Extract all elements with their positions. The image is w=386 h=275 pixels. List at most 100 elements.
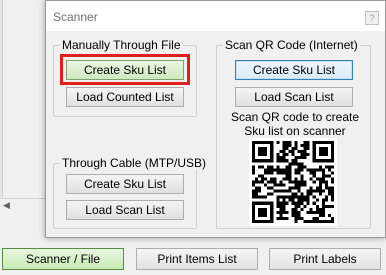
qr-module bbox=[288, 177, 292, 181]
qr-module bbox=[252, 192, 256, 196]
qr-create-sku-list-button[interactable]: Create Sku List bbox=[235, 60, 353, 80]
cable-load-scan-list-button[interactable]: Load Scan List bbox=[66, 200, 184, 220]
help-icon[interactable]: ? bbox=[365, 11, 379, 25]
qr-module bbox=[279, 189, 283, 193]
qr-module bbox=[303, 150, 307, 154]
qr-module bbox=[273, 189, 277, 193]
qr-module bbox=[276, 204, 280, 208]
qr-module bbox=[327, 189, 331, 193]
manual-create-sku-list-button[interactable]: Create Sku List bbox=[66, 60, 184, 80]
qr-module bbox=[324, 195, 328, 199]
qr-module bbox=[306, 192, 310, 196]
qr-module bbox=[318, 207, 322, 211]
qr-load-scan-list-button[interactable]: Load Scan List bbox=[235, 87, 353, 107]
qr-module bbox=[306, 201, 310, 205]
qr-module bbox=[294, 219, 298, 223]
qr-module bbox=[285, 144, 289, 148]
qr-module bbox=[303, 144, 307, 148]
qr-module bbox=[330, 195, 334, 199]
qr-module bbox=[294, 147, 298, 151]
print-labels-button[interactable]: Print Labels bbox=[269, 248, 381, 270]
qr-module bbox=[294, 201, 298, 205]
qr-module bbox=[294, 216, 298, 220]
qr-hint-line-2: Sku list on scanner bbox=[244, 124, 346, 138]
qr-module bbox=[252, 168, 256, 172]
qr-module bbox=[303, 165, 307, 169]
qr-module bbox=[303, 153, 307, 157]
qr-module bbox=[264, 183, 268, 187]
qr-module bbox=[294, 156, 298, 160]
qr-module bbox=[294, 195, 298, 199]
qr-module bbox=[315, 207, 319, 211]
qr-module bbox=[309, 168, 313, 172]
qr-module bbox=[300, 162, 304, 166]
qr-module bbox=[306, 141, 310, 145]
qr-module bbox=[300, 150, 304, 154]
qr-module bbox=[270, 192, 274, 196]
qr-module bbox=[315, 204, 319, 208]
qr-module bbox=[324, 180, 328, 184]
qr-module bbox=[273, 177, 277, 181]
qr-module bbox=[327, 174, 331, 178]
qr-module bbox=[300, 153, 304, 157]
qr-module bbox=[264, 195, 268, 199]
qr-module bbox=[303, 156, 307, 160]
qr-module bbox=[309, 186, 313, 190]
qr-module bbox=[318, 180, 322, 184]
qr-module bbox=[297, 165, 301, 169]
qr-module bbox=[282, 159, 286, 163]
qr-module bbox=[294, 207, 298, 211]
qr-module bbox=[279, 210, 283, 214]
load-counted-list-button[interactable]: Load Counted List bbox=[66, 87, 184, 107]
qr-module bbox=[252, 171, 256, 175]
qr-module bbox=[309, 210, 313, 214]
qr-module bbox=[330, 219, 334, 223]
qr-module bbox=[318, 165, 322, 169]
qr-module bbox=[276, 198, 280, 202]
qr-module bbox=[279, 201, 283, 205]
qr-module bbox=[279, 168, 283, 172]
qr-module bbox=[270, 165, 274, 169]
qr-module bbox=[270, 186, 274, 190]
qr-module bbox=[294, 186, 298, 190]
qr-module bbox=[303, 141, 307, 145]
qr-module bbox=[285, 189, 289, 193]
qr-module bbox=[300, 168, 304, 172]
qr-module bbox=[321, 210, 325, 214]
qr-module bbox=[267, 192, 271, 196]
qr-module bbox=[303, 219, 307, 223]
cable-create-sku-list-button[interactable]: Create Sku List bbox=[66, 174, 184, 194]
qr-module bbox=[297, 162, 301, 166]
qr-module bbox=[315, 210, 319, 214]
bottom-toolbar: Scanner / File Print Items List Print La… bbox=[0, 240, 386, 275]
qr-module bbox=[312, 174, 316, 178]
print-items-list-button[interactable]: Print Items List bbox=[136, 248, 258, 270]
scroll-left-icon[interactable]: ◀ bbox=[3, 201, 10, 211]
qr-module bbox=[282, 183, 286, 187]
qr-module bbox=[291, 159, 295, 163]
qr-module bbox=[291, 195, 295, 199]
qr-module bbox=[330, 204, 334, 208]
qr-module bbox=[291, 150, 295, 154]
qr-module bbox=[279, 159, 283, 163]
dialog-titlebar: Scanner ? bbox=[46, 1, 385, 31]
qr-module bbox=[324, 174, 328, 178]
qr-module bbox=[291, 210, 295, 214]
qr-module bbox=[291, 153, 295, 157]
qr-group-label: Scan QR Code (Internet) bbox=[223, 38, 360, 52]
qr-module bbox=[309, 189, 313, 193]
qr-module bbox=[258, 174, 262, 178]
qr-hint-line-1: Scan QR code to create bbox=[230, 110, 360, 124]
qr-module bbox=[282, 177, 286, 181]
qr-module bbox=[294, 168, 298, 172]
scanner-file-button[interactable]: Scanner / File bbox=[2, 248, 124, 270]
qr-module bbox=[321, 201, 325, 205]
qr-module bbox=[291, 201, 295, 205]
qr-module bbox=[300, 207, 304, 211]
qr-module bbox=[285, 141, 289, 145]
qr-module bbox=[276, 153, 280, 157]
qr-module bbox=[255, 189, 259, 193]
qr-module bbox=[285, 147, 289, 151]
qr-module bbox=[315, 189, 319, 193]
qr-module bbox=[285, 171, 289, 175]
